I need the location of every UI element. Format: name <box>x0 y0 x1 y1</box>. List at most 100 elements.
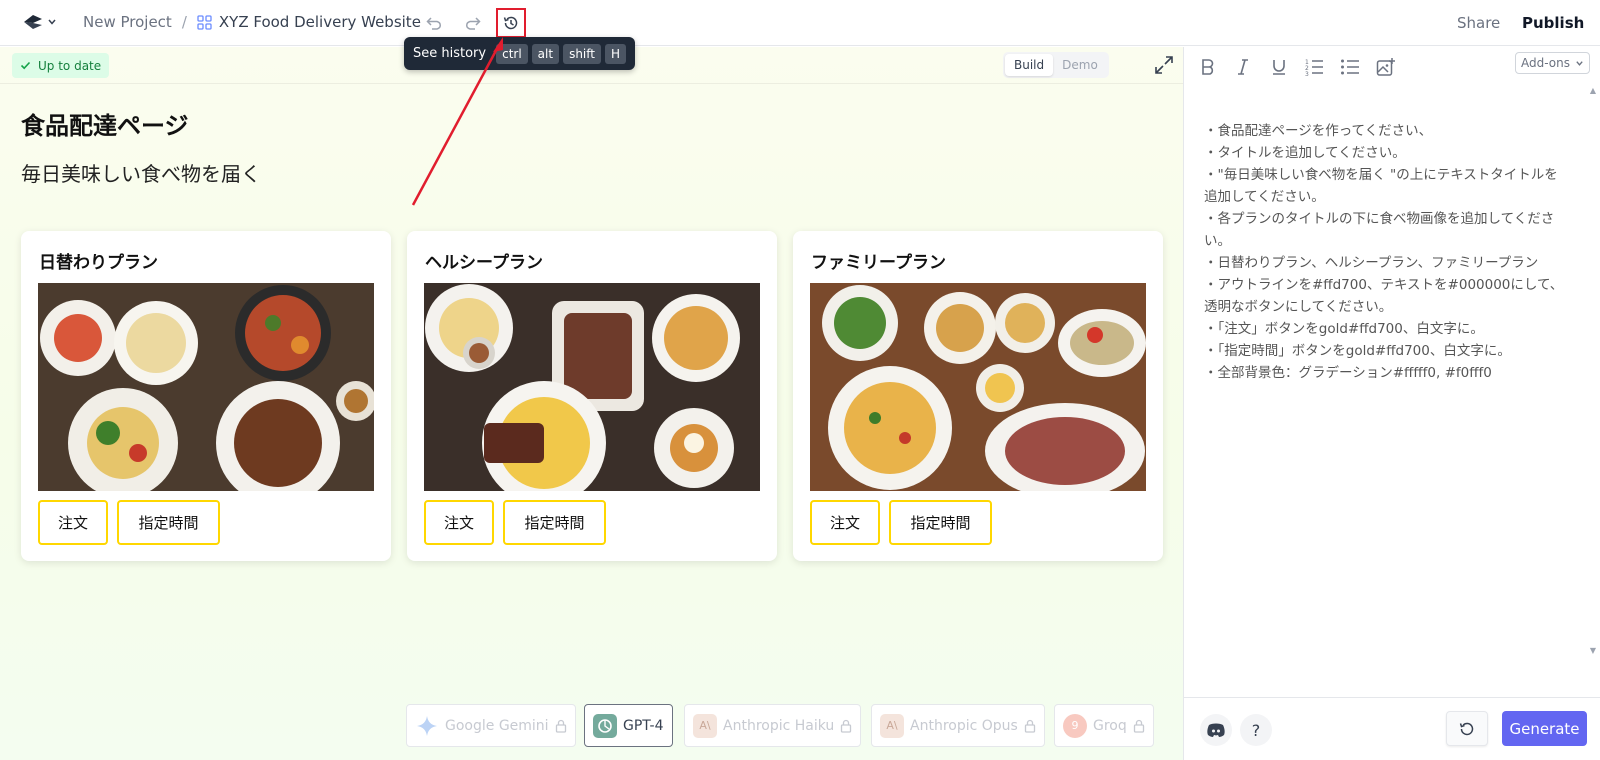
lock-icon <box>1133 719 1144 733</box>
prompt-line: ・「注文」ボタンをgold#ffd700、白文字に。 <box>1204 321 1484 337</box>
model-chip-haiku[interactable]: A\ Anthropic Haiku <box>684 704 862 747</box>
ordered-list-icon: 123 <box>1305 59 1323 76</box>
bold-icon <box>1202 59 1214 75</box>
model-name: Groq <box>1093 717 1127 734</box>
undo-icon <box>426 17 441 30</box>
editor-footer: ? Generate <box>1184 697 1600 760</box>
share-button[interactable]: Share <box>1457 14 1500 32</box>
plan-title: 日替わりプラン <box>39 253 158 273</box>
underline-icon <box>1273 60 1285 75</box>
order-button[interactable]: 注文 <box>424 500 494 545</box>
prompt-line: ・食品配達ページを作ってください、 <box>1204 123 1433 139</box>
groq-icon: 9 <box>1063 713 1087 738</box>
breadcrumb: New Project / XYZ Food Delivery Website <box>83 13 421 31</box>
history-icon <box>503 16 518 30</box>
mode-build-tab[interactable]: Build <box>1005 54 1054 76</box>
mode-switch: Build Demo <box>1003 52 1109 78</box>
breadcrumb-separator: / <box>181 13 187 31</box>
model-chip-gemini[interactable]: Google Gemini <box>406 704 576 747</box>
scroll-up-arrow[interactable]: ▲ <box>1588 85 1598 95</box>
model-name: Google Gemini <box>445 717 549 734</box>
addons-label: Add-ons <box>1521 56 1570 70</box>
lock-icon <box>841 719 852 733</box>
bullet-list-button[interactable] <box>1338 55 1362 79</box>
chevron-down-icon <box>48 19 56 25</box>
schedule-time-button[interactable]: 指定時間 <box>117 500 220 545</box>
help-button[interactable]: ? <box>1240 714 1272 746</box>
anthropic-icon: A\ <box>880 713 904 738</box>
reset-icon <box>1459 722 1474 735</box>
redo-button[interactable] <box>461 12 483 34</box>
prompt-line: ・"毎日美味しい食べ物を届く "の上にテキストタイトルを追加してください。 <box>1204 167 1558 205</box>
lock-icon <box>1024 719 1035 733</box>
model-chip-opus[interactable]: A\ Anthropic Opus <box>871 704 1045 747</box>
generate-button[interactable]: Generate <box>1502 711 1587 746</box>
italic-button[interactable] <box>1231 55 1255 79</box>
gemini-icon <box>415 714 439 738</box>
prompt-line: ・全部背景色：グラデーション#fffff0, #f0fff0 <box>1204 365 1492 381</box>
anthropic-icon: A\ <box>693 713 717 738</box>
underline-button[interactable] <box>1267 55 1291 79</box>
history-tooltip: See history ctrl alt shift H <box>404 37 636 70</box>
expand-icon <box>1155 56 1173 74</box>
plan-card: 日替わりプラン 注文 指定時間 <box>21 231 391 561</box>
scroll-down-arrow[interactable]: ▼ <box>1588 645 1598 655</box>
food-image <box>424 283 760 491</box>
undo-button[interactable] <box>424 12 446 34</box>
order-button[interactable]: 注文 <box>810 500 880 545</box>
lock-icon <box>555 719 566 733</box>
chevron-down-icon <box>1576 60 1583 66</box>
ordered-list-button[interactable]: 123 <box>1302 55 1326 79</box>
publish-button[interactable]: Publish <box>1522 14 1584 32</box>
svg-text:3: 3 <box>1305 71 1309 76</box>
model-chip-gpt4[interactable]: GPT-4 <box>584 704 673 747</box>
prompt-line: ・「指定時間」ボタンをgold#ffd700、白文字に。 <box>1204 343 1511 359</box>
prompt-line: ・タイトルを追加してください。 <box>1204 145 1406 161</box>
mode-demo-tab[interactable]: Demo <box>1053 54 1107 76</box>
model-name: Anthropic Opus <box>910 717 1018 734</box>
prompt-line: ・各プランのタイトルの下に食べ物画像を追加してください。 <box>1204 211 1555 249</box>
project-name[interactable]: XYZ Food Delivery Website <box>219 13 421 31</box>
discord-button[interactable] <box>1200 714 1232 746</box>
food-image <box>38 283 374 491</box>
italic-icon <box>1238 59 1248 75</box>
expand-button[interactable] <box>1153 54 1175 76</box>
shortcut-key: H <box>605 43 627 64</box>
prompt-editor-panel: 123 Add-ons ▲ ▼ ・食品配達ページを作ってください、 ・タイトルを… <box>1183 47 1600 760</box>
check-icon <box>20 61 31 70</box>
model-chip-groq[interactable]: 9 Groq <box>1054 704 1154 747</box>
plan-title: ヘルシープラン <box>425 253 543 273</box>
shortcut-key: ctrl <box>496 43 528 64</box>
page-subtitle: 毎日美味しい食べ物を届く <box>21 162 261 186</box>
addons-dropdown[interactable]: Add-ons <box>1515 52 1590 74</box>
insert-image-button[interactable] <box>1374 55 1398 79</box>
page-title: 食品配達ページ <box>21 112 189 140</box>
redo-icon <box>466 17 481 30</box>
status-text: Up to date <box>38 58 102 73</box>
status-badge: Up to date <box>12 53 110 78</box>
prompt-text[interactable]: ・食品配達ページを作ってください、 ・タイトルを追加してください。 ・"毎日美味… <box>1204 120 1564 384</box>
shortcut-key: shift <box>563 43 601 64</box>
schedule-time-button[interactable]: 指定時間 <box>503 500 606 545</box>
schedule-time-button[interactable]: 指定時間 <box>889 500 992 545</box>
order-button[interactable]: 注文 <box>38 500 108 545</box>
bold-button[interactable] <box>1196 55 1220 79</box>
breadcrumb-root[interactable]: New Project <box>83 13 172 31</box>
reset-button[interactable] <box>1446 711 1488 746</box>
history-button[interactable] <box>496 8 526 38</box>
top-bar: New Project / XYZ Food Delivery Website … <box>0 0 1600 46</box>
app-logo-menu[interactable] <box>22 12 57 32</box>
prompt-line: ・アウトラインを#ffd700、テキストを#000000にして、透明なボタンにし… <box>1204 277 1564 315</box>
plan-title: ファミリープラン <box>811 253 946 273</box>
shortcut-key: alt <box>531 43 560 64</box>
plan-card: ファミリープラン 注文 指定時間 <box>793 231 1163 561</box>
openai-icon <box>593 713 617 738</box>
grid-icon <box>197 14 212 30</box>
model-name: GPT-4 <box>623 717 664 734</box>
plan-card: ヘルシープラン 注文 指定時間 <box>407 231 777 561</box>
image-add-icon <box>1376 58 1395 76</box>
bullet-list-icon <box>1341 59 1359 75</box>
model-name: Anthropic Haiku <box>723 717 835 734</box>
prompt-line: ・日替わりプラン、ヘルシープラン、ファミリープラン <box>1204 255 1539 271</box>
food-image <box>810 283 1146 491</box>
